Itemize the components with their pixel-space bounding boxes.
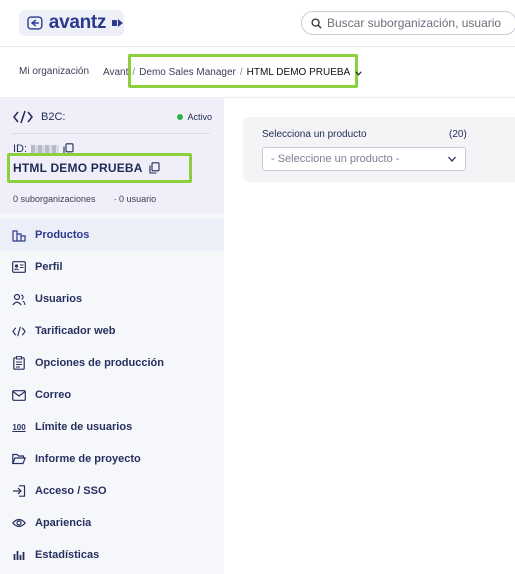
sidebar-item-apariencia[interactable]: Apariencia (0, 507, 224, 539)
users-icon (12, 292, 26, 306)
logo[interactable]: avantz (19, 10, 124, 36)
search-box[interactable] (301, 11, 515, 35)
suborg-count: 0 suborganizaciones (13, 194, 96, 204)
product-select[interactable]: - Seleccione un producto - (262, 147, 466, 171)
folder-open-icon (12, 452, 26, 466)
breadcrumb-item-current[interactable]: HTML DEMO PRUEBA (247, 67, 351, 78)
eye-icon (12, 516, 26, 530)
breadcrumb-trail: Avant / Demo Sales Manager / HTML DEMO P… (103, 67, 363, 78)
bar-chart-icon (12, 548, 26, 562)
sidebar-item-label: Opciones de producción (35, 357, 164, 369)
chevron-down-icon[interactable] (354, 69, 363, 78)
products-icon (12, 228, 26, 242)
sidebar-item-opciones-produccion[interactable]: Opciones de producción (0, 347, 224, 379)
sidebar-item-productos[interactable]: Productos (0, 219, 224, 251)
mail-icon (12, 388, 26, 402)
profile-card-icon (12, 260, 26, 274)
breadcrumb-item-avant[interactable]: Avant (103, 67, 128, 78)
sidebar-item-tarificador-web[interactable]: Tarificador web (0, 315, 224, 347)
product-selector-card: Selecciona un producto (20) - Seleccione… (243, 117, 515, 182)
search-icon (311, 17, 322, 29)
limit-100-icon: 100 (12, 422, 26, 432)
search-input[interactable] (327, 16, 507, 30)
chevron-down-icon (448, 156, 456, 162)
sidebar-item-label: Correo (35, 389, 72, 401)
sidebar-item-label: Estadísticas (35, 549, 100, 561)
org-name: HTML DEMO PRUEBA (13, 161, 160, 175)
copy-icon[interactable] (149, 162, 160, 174)
breadcrumb: Mi organización Avant / Demo Sales Manag… (0, 48, 515, 98)
breadcrumb-item-demo-sales-manager[interactable]: Demo Sales Manager (139, 67, 236, 78)
product-select-placeholder: - Seleccione un producto - (271, 153, 400, 165)
org-type: B2C: (13, 110, 65, 124)
status-label: Activo (187, 112, 212, 122)
breadcrumb-separator: / (239, 67, 243, 78)
sidebar-item-informe-proyecto[interactable]: Informe de proyecto (0, 443, 224, 475)
sidebar-item-label: Tarificador web (35, 325, 116, 337)
sidebar-item-usuarios[interactable]: Usuarios (0, 283, 224, 315)
sidebar-item-estadisticas[interactable]: Estadísticas (0, 539, 224, 571)
user-count: · 0 usuario (113, 194, 157, 204)
collapse-arrow-icon (27, 16, 43, 30)
product-count: (20) (449, 129, 467, 140)
code-icon (13, 110, 33, 124)
sidebar-item-correo[interactable]: Correo (0, 379, 224, 411)
org-card: B2C: Activo ID: HTML DEMO PRUEBA 0 subor… (0, 98, 224, 214)
sidebar-item-label: Acceso / SSO (35, 485, 107, 497)
sidebar-item-label: Perfil (35, 261, 63, 273)
sidebar-item-acceso-sso[interactable]: Acceso / SSO (0, 475, 224, 507)
breadcrumb-separator: / (132, 67, 136, 78)
login-icon (12, 484, 26, 498)
sidebar-menu: Productos Perfil Usuarios Tarificador we… (0, 219, 224, 571)
logo-mark-icon (112, 19, 124, 27)
code-icon (12, 324, 26, 338)
sidebar: B2C: Activo ID: HTML DEMO PRUEBA 0 subor… (0, 98, 224, 574)
sidebar-item-label: Apariencia (35, 517, 92, 529)
sidebar-item-limite-usuarios[interactable]: 100 Límite de usuarios (0, 411, 224, 443)
sidebar-item-label: Usuarios (35, 293, 83, 305)
status-dot-icon (177, 114, 184, 120)
top-bar: avantz (0, 0, 515, 47)
clipboard-icon (12, 356, 26, 370)
org-counts: 0 suborganizaciones · 0 usuario (13, 194, 156, 204)
status-badge: Activo (177, 112, 212, 122)
sidebar-item-label: Informe de proyecto (35, 453, 141, 465)
sidebar-item-label: Productos (35, 229, 90, 241)
product-select-label: Selecciona un producto (262, 129, 367, 140)
sidebar-item-perfil[interactable]: Perfil (0, 251, 224, 283)
sidebar-item-label: Límite de usuarios (35, 421, 133, 433)
org-name-label: HTML DEMO PRUEBA (13, 161, 143, 175)
divider (12, 133, 210, 134)
logo-text: avantz (48, 12, 107, 33)
org-type-label: B2C: (41, 111, 66, 123)
breadcrumb-root[interactable]: Mi organización (19, 66, 89, 77)
